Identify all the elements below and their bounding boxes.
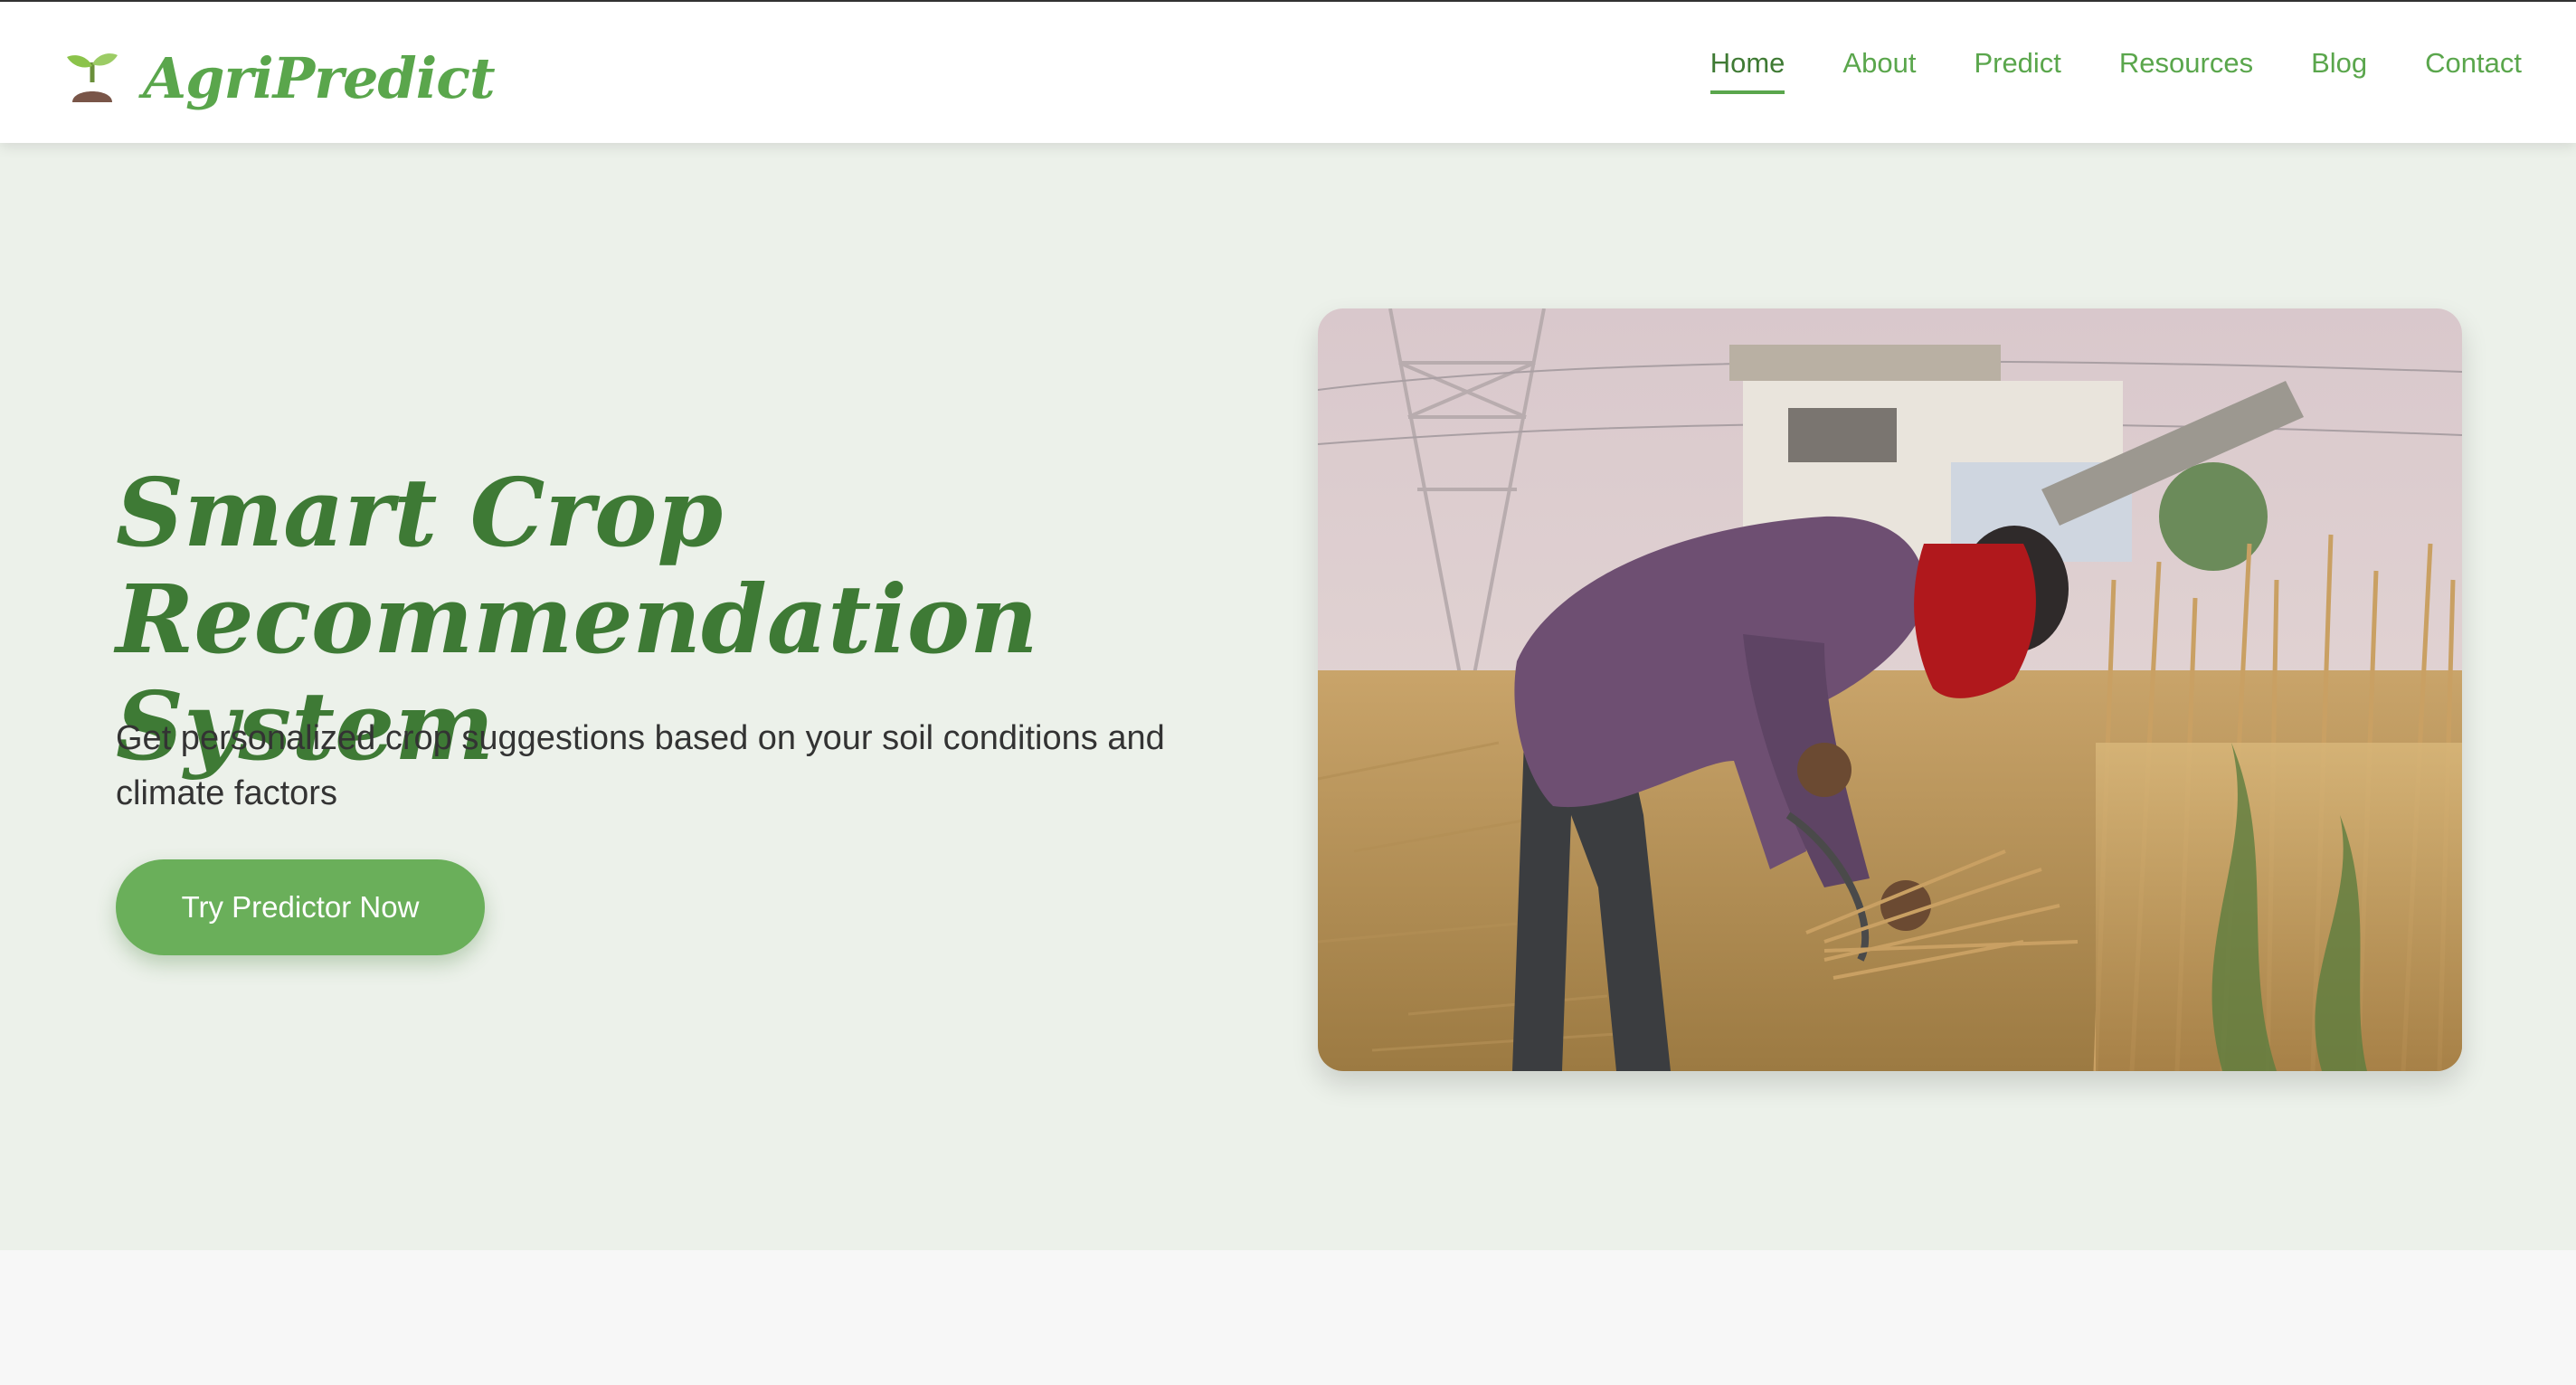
- brand-logo[interactable]: AgriPredict: [63, 42, 496, 114]
- main-nav: Home About Predict Resources Blog Contac…: [1709, 47, 2522, 94]
- nav-resources[interactable]: Resources: [2119, 47, 2253, 94]
- nav-contact[interactable]: Contact: [2425, 47, 2522, 94]
- sprout-icon: [67, 53, 118, 102]
- hero-image: [1318, 308, 2462, 1071]
- try-predictor-button[interactable]: Try Predictor Now: [116, 859, 485, 955]
- navbar: AgriPredict Home About Predict Resources…: [0, 2, 2576, 143]
- next-section: [0, 1250, 2576, 1385]
- nav-about[interactable]: About: [1842, 47, 1916, 94]
- nav-home[interactable]: Home: [1709, 47, 1785, 94]
- nav-blog[interactable]: Blog: [2311, 47, 2367, 94]
- farmer-harvesting-wheat-photo: [1318, 308, 2462, 1071]
- brand-name: AgriPredict: [143, 44, 496, 111]
- nav-predict[interactable]: Predict: [1974, 47, 2060, 94]
- hero-subtitle: Get personalized crop suggestions based …: [116, 719, 1165, 812]
- hero-title-line1: Smart Crop: [116, 457, 724, 568]
- hero-section: Smart Crop Recommendation System Get per…: [0, 143, 2576, 1250]
